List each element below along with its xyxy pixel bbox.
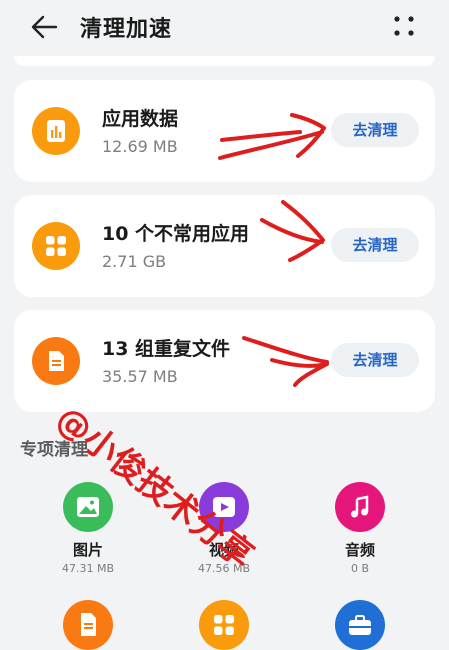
card-size: 2.71 GB [102,252,167,271]
back-button[interactable] [28,10,62,44]
music-icon [335,482,385,532]
grid-item-documents[interactable] [28,600,148,650]
card-title: 应用数据 [102,108,179,130]
card-icon [32,337,80,385]
arrow-left-icon [31,15,58,39]
card-title: 13 组重复文件 [102,338,231,360]
clean-button[interactable]: 去清理 [331,343,419,377]
files-icon [49,351,64,371]
grid-item-images[interactable]: 图片 47.31 MB [28,482,148,575]
grid-item-toolbox[interactable] [300,600,420,650]
previous-card-edge [14,56,435,66]
grid-label: 图片 [72,541,103,559]
card-app-data[interactable]: 应用数据 12.69 MB 去清理 [14,80,435,182]
grid-item-audio[interactable]: 音频 0 B [300,482,420,575]
card-icon [32,107,80,155]
page-title: 清理加速 [80,17,173,42]
grid-item-apps[interactable] [164,600,284,650]
header: 清理加速 [0,0,449,56]
grid-label: 音频 [344,541,375,559]
toolbox-icon [335,600,385,650]
grid-size: 0 B [350,562,370,575]
card-size: 35.57 MB [102,367,178,386]
document-icon [63,600,113,650]
grid-size: 47.31 MB [61,562,115,575]
clean-button[interactable]: 去清理 [331,228,419,262]
card-title: 10 个不常用应用 [102,223,250,245]
card-unused-apps[interactable]: 10 个不常用应用 2.71 GB 去清理 [14,195,435,297]
card-icon [32,222,80,270]
bar-chart-icon [47,120,65,142]
apps-icon [199,600,249,650]
card-size: 12.69 MB [102,137,178,156]
more-button[interactable] [390,12,418,40]
clean-button[interactable]: 去清理 [331,113,419,147]
image-icon [63,482,113,532]
apps-grid-icon [46,236,66,256]
more-dots-icon [394,16,414,36]
